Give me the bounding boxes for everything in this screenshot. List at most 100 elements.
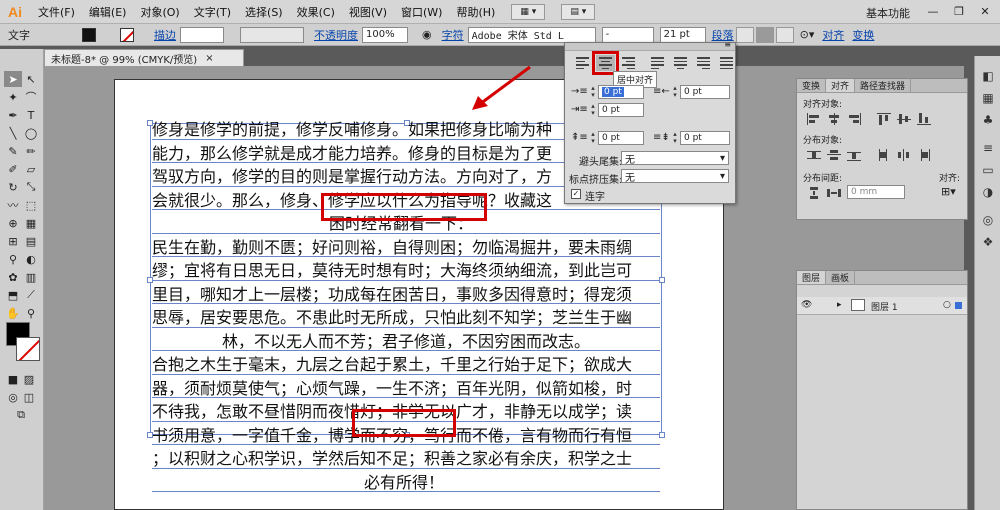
stroke-link[interactable]: 描边 [154, 27, 176, 43]
visibility-eye-icon[interactable]: 👁 [801, 300, 812, 310]
spacing-field[interactable]: 0 mm [847, 185, 905, 199]
eraser-tool-icon[interactable]: ▱ [22, 161, 40, 177]
graph-tool-icon[interactable]: ▥ [22, 269, 40, 285]
distribute-vspace-icon[interactable] [807, 187, 821, 199]
expand-arrow-icon[interactable]: ▸ [837, 300, 842, 310]
close-icon[interactable]: ✕ [974, 3, 996, 19]
pen-tool-icon[interactable]: ✒ [4, 107, 22, 123]
hyphenate-checkbox[interactable]: ✓ [571, 189, 581, 199]
blend-tool-icon[interactable]: ◐ [22, 251, 40, 267]
tab-align[interactable]: 对齐 [826, 79, 856, 92]
lasso-icon[interactable]: ⌒ [22, 89, 40, 105]
slice-tool-icon[interactable]: ⟋ [22, 287, 40, 303]
symbol-sprayer-icon[interactable]: ✿ [4, 269, 22, 285]
target-icon[interactable]: ○ [943, 300, 951, 310]
menu-select[interactable]: 选择(S) [245, 4, 283, 20]
pencil-tool-icon[interactable]: ✏ [22, 143, 40, 159]
distribute-left-icon[interactable] [877, 149, 891, 161]
blob-brush-icon[interactable]: ✐ [4, 161, 22, 177]
bridge-button[interactable]: ▦ ▾ [511, 3, 546, 20]
line-tool-icon[interactable]: ╲ [4, 125, 22, 141]
workspace-switcher[interactable]: 基本功能 [866, 5, 910, 21]
font-family-field[interactable]: Adobe 宋体 Std L [467, 26, 596, 43]
menu-help[interactable]: 帮助(H) [456, 4, 495, 20]
left-indent-field[interactable]: 0 pt [598, 85, 644, 99]
minimize-icon[interactable]: — [922, 3, 944, 19]
transform-link[interactable]: 变换 [852, 27, 874, 43]
selection-tool-icon[interactable]: ➤ [4, 71, 22, 87]
free-transform-icon[interactable]: ⬚ [22, 197, 40, 213]
justify-all-icon[interactable] [717, 55, 736, 71]
align-right-button[interactable] [775, 26, 794, 43]
appearance-panel-icon[interactable]: ◎ [980, 212, 996, 228]
menu-object[interactable]: 对象(O) [140, 4, 179, 20]
restore-icon[interactable]: ❐ [948, 3, 970, 19]
document-tab[interactable]: 未标题-8* @ 99% (CMYK/预览) × [44, 49, 244, 66]
align-right-edge-icon[interactable] [847, 113, 861, 125]
menu-type[interactable]: 文字(T) [194, 4, 231, 20]
align-bottom-edge-icon[interactable] [917, 113, 931, 125]
panel-titlebar[interactable]: ≡ [565, 40, 735, 51]
distribute-hcenter-icon[interactable] [897, 149, 911, 161]
stroke-color-swatch[interactable] [120, 27, 134, 42]
fill-color-swatch[interactable] [82, 27, 96, 42]
font-size-field[interactable]: 21 pt [659, 26, 706, 43]
eyedropper-icon[interactable]: ⚲ [4, 251, 22, 267]
justify-center-icon[interactable] [671, 55, 690, 71]
stroke-swatch[interactable] [16, 337, 40, 361]
gradient-tool-icon[interactable]: ▤ [22, 233, 40, 249]
color-panel-icon[interactable]: ◧ [980, 68, 996, 84]
menu-file[interactable]: 文件(F) [38, 4, 75, 20]
kinsoku-select[interactable]: 无 ▾ [621, 151, 729, 166]
screen-mode-icon[interactable]: ⧉ [12, 407, 30, 423]
space-after-field[interactable]: 0 pt [680, 131, 730, 145]
mojikumi-select[interactable]: 无 ▾ [621, 169, 729, 184]
brush-tool-icon[interactable]: ✎ [4, 143, 22, 159]
align-left-icon[interactable] [573, 55, 592, 71]
mesh-tool-icon[interactable]: ⊞ [4, 233, 22, 249]
justify-left-icon[interactable] [648, 55, 667, 71]
scale-tool-icon[interactable]: ⤡ [22, 179, 40, 195]
panel-menu-icon[interactable]: ⊙▾ [800, 28, 815, 41]
align-left-button[interactable] [735, 26, 754, 43]
symbols-panel-icon[interactable]: ♣ [980, 112, 996, 128]
perspective-grid-icon[interactable]: ▦ [22, 215, 40, 231]
zoom-tool-icon[interactable]: ⚲ [22, 305, 40, 321]
stroke-panel-icon[interactable]: ≡ [980, 140, 996, 156]
distribute-right-icon[interactable] [917, 149, 931, 161]
stroke-weight-field[interactable] [180, 26, 224, 43]
distribute-top-icon[interactable] [807, 149, 821, 161]
close-tab-icon[interactable]: × [205, 53, 213, 64]
menu-view[interactable]: 视图(V) [349, 4, 387, 20]
shape-builder-icon[interactable]: ⊕ [4, 215, 22, 231]
tab-layers[interactable]: 图层 [797, 271, 827, 284]
align-horizontal-center-icon[interactable] [827, 113, 841, 125]
stepper-icon[interactable]: ▴ ▾ [589, 103, 597, 117]
swatches-panel-icon[interactable]: ▦ [980, 90, 996, 106]
right-indent-field[interactable]: 0 pt [680, 85, 730, 99]
align-vertical-center-icon[interactable] [897, 113, 911, 125]
align-right-icon[interactable] [619, 55, 638, 71]
hand-tool-icon[interactable]: ✋ [4, 305, 22, 321]
stepper-icon[interactable]: ▴ ▾ [589, 131, 597, 145]
align-to-selection-icon[interactable]: ⊞▾ [941, 185, 956, 198]
stepper-icon[interactable]: ▴ ▾ [589, 85, 597, 99]
rotate-tool-icon[interactable]: ↻ [4, 179, 22, 195]
opacity-link[interactable]: 不透明度 [314, 27, 358, 43]
draw-inside-icon[interactable]: ◫ [20, 389, 38, 405]
direct-selection-tool-icon[interactable]: ↖ [22, 71, 40, 87]
justify-right-icon[interactable] [694, 55, 713, 71]
space-before-field[interactable]: 0 pt [598, 131, 644, 145]
variable-width-select[interactable] [240, 26, 304, 43]
stepper-icon[interactable]: ▴ ▾ [671, 131, 679, 145]
menu-window[interactable]: 窗口(W) [401, 4, 442, 20]
first-line-indent-field[interactable]: 0 pt [598, 103, 644, 117]
align-link[interactable]: 对齐 [822, 27, 844, 43]
align-top-edge-icon[interactable] [877, 113, 891, 125]
transparency-panel-icon[interactable]: ◑ [980, 184, 996, 200]
ellipse-tool-icon[interactable]: ◯ [22, 125, 40, 141]
distribute-bottom-icon[interactable] [847, 149, 861, 161]
character-link[interactable]: 字符 [442, 27, 464, 43]
artboard-tool-icon[interactable]: ⬒ [4, 287, 22, 303]
tab-pathfinder[interactable]: 路径查找器 [855, 79, 912, 92]
